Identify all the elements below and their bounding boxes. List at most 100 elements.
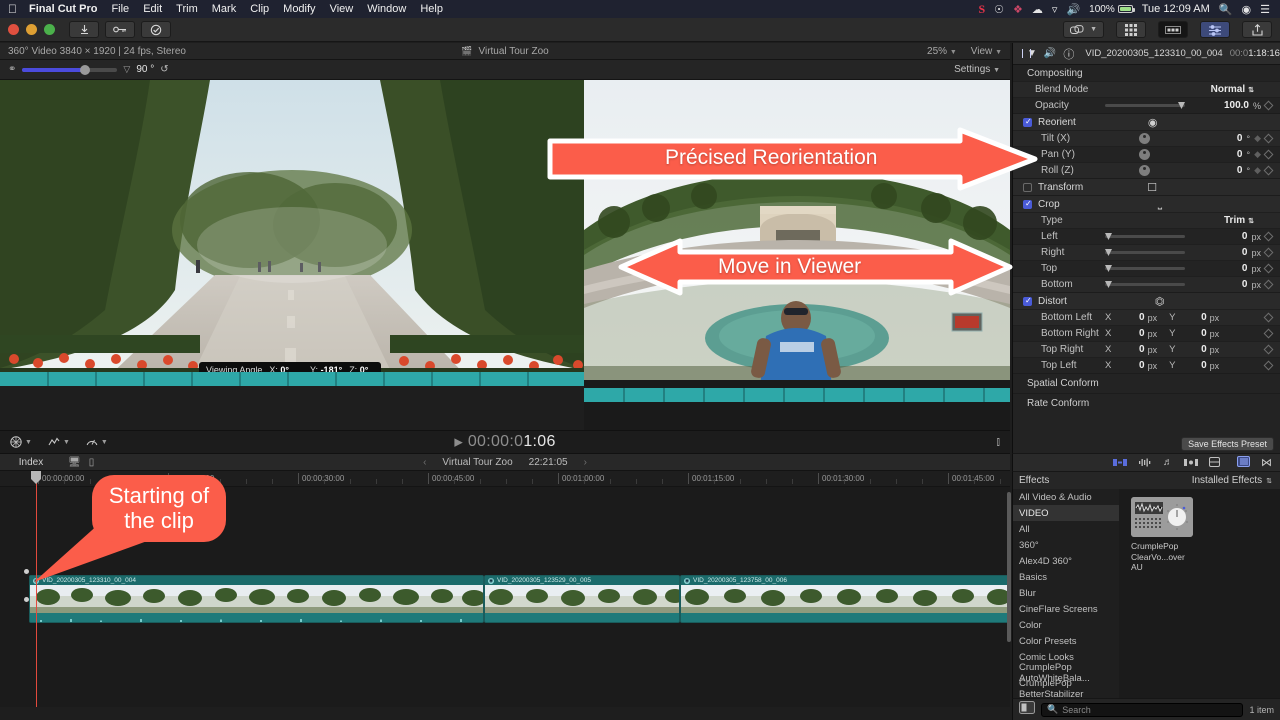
row-crop-bottom[interactable]: Bottom 0 px	[1013, 276, 1280, 292]
section-reorient-header[interactable]: Reorient ◉	[1013, 113, 1280, 130]
keyframe-button[interactable]	[1263, 165, 1274, 176]
titles-browser-button[interactable]	[1158, 21, 1188, 38]
section-crop-header[interactable]: Crop ⎵	[1013, 195, 1280, 212]
user-circle-icon[interactable]: ☉	[994, 3, 1004, 16]
tilt-x-value[interactable]: 0	[1237, 133, 1243, 144]
keyframe-button[interactable]	[1263, 149, 1274, 160]
play-triangle-icon[interactable]: ▶	[454, 436, 463, 448]
keyframe-icon[interactable]: ⋈	[1261, 456, 1272, 469]
pan-y-dial[interactable]	[1139, 149, 1150, 160]
effects-category-item-selected[interactable]: VIDEO	[1013, 505, 1119, 521]
effects-category-item[interactable]: Color Presets	[1013, 633, 1119, 649]
audio-inspector-icon[interactable]: 🔊	[1044, 48, 1056, 59]
sidebar-toggle-icon[interactable]	[1237, 454, 1250, 472]
battery-indicator[interactable]: 100%	[1089, 4, 1135, 15]
share-button[interactable]	[1242, 21, 1272, 38]
menu-mark[interactable]: Mark	[212, 3, 236, 15]
keyframe-nav-icon[interactable]: ◆	[1254, 149, 1261, 160]
reorient-globe-icon[interactable]: ◉	[1148, 116, 1158, 129]
row-distort-top-right[interactable]: Top Right X 0 px Y 0 px	[1013, 341, 1280, 357]
crop-right-value[interactable]: 0	[1242, 247, 1248, 258]
viewer-filmstrip-left[interactable]	[0, 372, 584, 386]
distort-bl-y-value[interactable]: 0	[1201, 312, 1207, 323]
audio-icon[interactable]	[1138, 454, 1152, 472]
viewer-main-image[interactable]	[0, 80, 584, 380]
maximize-window-button[interactable]	[44, 24, 55, 35]
s-icon[interactable]: S	[978, 2, 985, 17]
close-window-button[interactable]	[8, 24, 19, 35]
effects-grid-button[interactable]	[1116, 21, 1146, 38]
effects-category-item[interactable]: All Video & Audio	[1013, 489, 1119, 505]
crop-left-value[interactable]: 0	[1242, 231, 1248, 242]
effects-category-item[interactable]: All	[1013, 521, 1119, 537]
viewer-view-menu[interactable]: View ▼	[971, 46, 1002, 57]
viewer-zoom-level[interactable]: 25% ▼	[927, 46, 957, 57]
opacity-slider[interactable]	[1105, 102, 1185, 109]
viewer-360-preview[interactable]	[584, 80, 1010, 380]
row-blend-mode[interactable]: Blend Mode Normal ⇅	[1013, 81, 1280, 97]
keyframe-button[interactable]	[1263, 247, 1274, 258]
effects-grid[interactable]: CrumplePop ClearVo...over AU	[1119, 489, 1280, 698]
keyframe-button[interactable]	[1263, 344, 1274, 355]
effects-category-item[interactable]: Basics	[1013, 569, 1119, 585]
section-distort-header[interactable]: Distort ⏣	[1013, 292, 1280, 309]
roll-z-dial[interactable]	[1139, 165, 1150, 176]
chevron-left-icon[interactable]: ‹	[423, 457, 426, 468]
tilt-x-dial[interactable]	[1139, 133, 1150, 144]
effects-search-input[interactable]: 🔍 Search	[1041, 702, 1244, 717]
apple-logo-icon[interactable]: 	[8, 3, 17, 15]
row-crop-right[interactable]: Right 0 px	[1013, 244, 1280, 260]
row-crop-left[interactable]: Left 0 px	[1013, 228, 1280, 244]
distort-br-y-value[interactable]: 0	[1201, 328, 1207, 339]
keyword-editor-button[interactable]	[105, 21, 135, 38]
distort-bl-x-value[interactable]: 0	[1139, 312, 1145, 323]
effects-installed-popup[interactable]: Installed Effects ⇅	[1192, 475, 1280, 486]
clock[interactable]: Tue 12:09 AM	[1142, 3, 1210, 15]
menu-window[interactable]: Window	[367, 3, 406, 15]
blend-mode-value[interactable]: Normal ⇅	[1211, 84, 1254, 95]
library-icon[interactable]	[1209, 454, 1220, 472]
window-controls[interactable]	[8, 24, 55, 35]
menu-edit[interactable]: Edit	[143, 3, 162, 15]
section-rate-conform[interactable]: Rate Conform	[1013, 393, 1280, 413]
viewer-settings-menu[interactable]: Settings ▼	[954, 64, 1000, 75]
menu-modify[interactable]: Modify	[283, 3, 315, 15]
row-crop-type[interactable]: Type Trim ⇅	[1013, 212, 1280, 228]
row-opacity[interactable]: Opacity 100.0 %	[1013, 97, 1280, 113]
menu-final-cut-pro[interactable]: Final Cut Pro	[29, 3, 97, 15]
timeline-clip[interactable]: ◉ VID_20200305_123529_00_005	[484, 575, 680, 623]
roll-z-value[interactable]: 0	[1237, 165, 1243, 176]
angle-pin-icon[interactable]: ▽	[123, 64, 130, 75]
effect-item[interactable]: CrumplePop ClearVo...over AU	[1131, 497, 1193, 573]
timeline-clip-height-icon[interactable]: ▯	[89, 457, 95, 468]
dropbox-icon[interactable]: ❖	[1013, 3, 1023, 16]
search-icon[interactable]: 🔍	[1219, 3, 1233, 16]
distort-tl-y-value[interactable]: 0	[1201, 360, 1207, 371]
info-inspector-icon[interactable]: ⓘ	[1063, 46, 1074, 62]
effects-category-list[interactable]: All Video & Audio VIDEO All 360° Alex4D …	[1012, 489, 1119, 700]
effects-category-item[interactable]: 360°	[1013, 537, 1119, 553]
crop-bottom-slider[interactable]	[1105, 281, 1185, 288]
timeline-scrollbar[interactable]	[1007, 492, 1011, 642]
crop-top-value[interactable]: 0	[1242, 263, 1248, 274]
row-roll-z[interactable]: Roll (Z) 0 ° ◆	[1013, 162, 1280, 178]
distort-br-x-value[interactable]: 0	[1139, 328, 1145, 339]
keyframe-nav-icon[interactable]: ◆	[1254, 133, 1261, 144]
transport-timecode[interactable]: ▶ 00:00:01:06	[0, 433, 1010, 451]
menu-file[interactable]: File	[111, 3, 129, 15]
effects-category-item[interactable]: Blur	[1013, 585, 1119, 601]
headphone-icon[interactable]: ♬	[1163, 457, 1173, 468]
timeline-appearance-icon[interactable]: 🖥	[68, 457, 81, 468]
keyframe-button[interactable]	[1263, 133, 1274, 144]
row-pan-y[interactable]: Pan (Y) 0 ° ◆	[1013, 146, 1280, 162]
transitions-icon[interactable]	[1113, 454, 1127, 472]
transform-icon[interactable]: ☐	[1147, 181, 1157, 194]
effects-sidebar-toggle-button[interactable]	[1019, 700, 1035, 719]
keyframe-button[interactable]	[1263, 328, 1274, 339]
control-center-icon[interactable]: ☰	[1260, 3, 1270, 16]
keyframe-button[interactable]	[1263, 100, 1274, 111]
effects-category-item[interactable]: CineFlare Screens	[1013, 601, 1119, 617]
timeline-clip[interactable]: ◉ VID_20200305_123758_00_006	[680, 575, 1010, 623]
opacity-value[interactable]: 100.0	[1224, 100, 1249, 111]
section-spatial-conform[interactable]: Spatial Conform	[1013, 373, 1280, 393]
